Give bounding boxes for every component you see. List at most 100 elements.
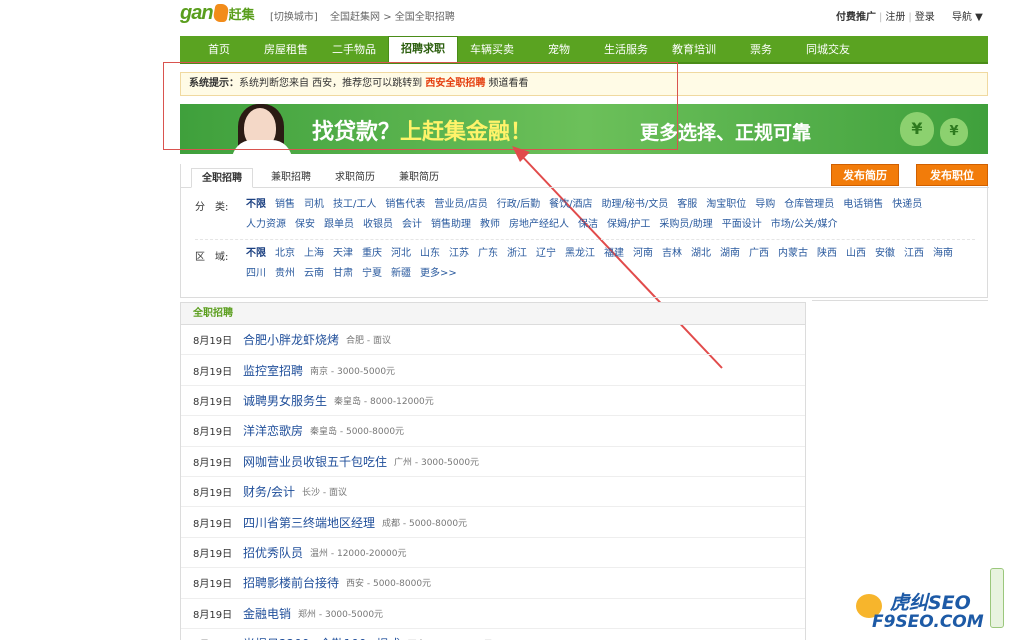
category-link[interactable]: 会计 bbox=[402, 215, 422, 235]
region-link[interactable]: 广东 bbox=[478, 244, 498, 264]
post-job-button[interactable]: 发布职位 bbox=[916, 164, 988, 186]
region-link[interactable]: 山东 bbox=[420, 244, 440, 264]
region-link[interactable]: 宁夏 bbox=[362, 264, 382, 284]
site-logo[interactable]: gan 赶集 bbox=[180, 2, 255, 24]
category-link[interactable]: 不限 bbox=[246, 195, 266, 215]
region-link[interactable]: 陕西 bbox=[817, 244, 837, 264]
job-title-link[interactable]: 合肥小胖龙虾烧烤 bbox=[243, 331, 339, 348]
region-link[interactable]: 山西 bbox=[846, 244, 866, 264]
region-link[interactable]: 内蒙古 bbox=[778, 244, 808, 264]
login-link[interactable]: 登录 bbox=[915, 12, 935, 23]
nav-item[interactable]: 宠物 bbox=[526, 38, 592, 62]
nav-item[interactable]: 教育培训 bbox=[660, 38, 728, 62]
region-link[interactable]: 河南 bbox=[633, 244, 653, 264]
region-link[interactable]: 黑龙江 bbox=[565, 244, 595, 264]
subtab[interactable]: 兼职简历 bbox=[389, 168, 449, 188]
category-link[interactable]: 淘宝职位 bbox=[706, 195, 746, 215]
category-link[interactable]: 跟单员 bbox=[324, 215, 354, 235]
category-link[interactable]: 平面设计 bbox=[722, 215, 762, 235]
category-link[interactable]: 采购员/助理 bbox=[659, 215, 712, 235]
subtab[interactable]: 全职招聘 bbox=[191, 168, 253, 188]
category-link[interactable]: 房地产经纪人 bbox=[509, 215, 569, 235]
job-title-link[interactable]: 招优秀队员 bbox=[243, 544, 303, 561]
category-link[interactable]: 电话销售 bbox=[843, 195, 883, 215]
job-title-link[interactable]: 招聘影楼前台接待 bbox=[243, 574, 339, 591]
region-link[interactable]: 湖南 bbox=[720, 244, 740, 264]
nav-item[interactable]: 二手物品 bbox=[320, 38, 388, 62]
region-link[interactable]: 不限 bbox=[246, 244, 266, 264]
nav-item[interactable]: 首页 bbox=[186, 38, 252, 62]
category-link[interactable]: 保洁 bbox=[578, 215, 598, 235]
post-resume-button[interactable]: 发布简历 bbox=[831, 164, 899, 186]
region-link[interactable]: 甘肃 bbox=[333, 264, 353, 284]
region-link[interactable]: 更多>> bbox=[420, 264, 457, 284]
job-title-link[interactable]: 金融电销 bbox=[243, 605, 291, 622]
category-link[interactable]: 快递员 bbox=[892, 195, 922, 215]
category-link[interactable]: 营业员/店员 bbox=[434, 195, 487, 215]
watermark-line2: F9SEO.COM bbox=[872, 612, 984, 632]
nav-item[interactable]: 房屋租售 bbox=[252, 38, 320, 62]
category-link[interactable]: 餐饮/酒店 bbox=[549, 195, 592, 215]
region-link[interactable]: 浙江 bbox=[507, 244, 527, 264]
category-link[interactable]: 市场/公关/媒介 bbox=[771, 215, 838, 235]
category-link[interactable]: 人力资源 bbox=[246, 215, 286, 235]
category-link[interactable]: 导购 bbox=[755, 195, 775, 215]
job-title-link[interactable]: 财务/会计 bbox=[243, 483, 295, 500]
region-link[interactable]: 四川 bbox=[246, 264, 266, 284]
category-link[interactable]: 技工/工人 bbox=[333, 195, 376, 215]
region-link[interactable]: 北京 bbox=[275, 244, 295, 264]
job-title-link[interactable]: 光棍日2200+全勤100+提成 bbox=[243, 635, 401, 640]
category-link[interactable]: 销售代表 bbox=[385, 195, 425, 215]
nav-item[interactable]: 同城交友 bbox=[794, 38, 862, 62]
nav-item[interactable]: 招聘求职 bbox=[388, 36, 458, 62]
nav-item[interactable]: 车辆买卖 bbox=[458, 38, 526, 62]
subtab[interactable]: 求职简历 bbox=[325, 168, 385, 188]
category-link[interactable]: 仓库管理员 bbox=[784, 195, 834, 215]
register-link[interactable]: 注册 bbox=[885, 12, 905, 23]
region-link[interactable]: 湖北 bbox=[691, 244, 711, 264]
category-link[interactable]: 保姆/护工 bbox=[607, 215, 650, 235]
category-link[interactable]: 行政/后勤 bbox=[497, 195, 540, 215]
job-title-link[interactable]: 诚聘男女服务生 bbox=[243, 392, 327, 409]
paid-promo-link[interactable]: 付费推广 bbox=[836, 12, 876, 23]
region-link[interactable]: 海南 bbox=[933, 244, 953, 264]
nav-item[interactable]: 生活服务 bbox=[592, 38, 660, 62]
subtab[interactable]: 兼职招聘 bbox=[261, 168, 321, 188]
region-link[interactable]: 河北 bbox=[391, 244, 411, 264]
category-link[interactable]: 销售 bbox=[275, 195, 295, 215]
top-bar: gan 赶集 [切换城市] 全国赶集网 > 全国全职招聘 付费推广 | 注册 | 登录 … bbox=[0, 0, 1013, 30]
nav-item[interactable]: 票务 bbox=[728, 38, 794, 62]
region-link[interactable]: 天津 bbox=[333, 244, 353, 264]
region-link[interactable]: 云南 bbox=[304, 264, 324, 284]
region-link[interactable]: 新疆 bbox=[391, 264, 411, 284]
job-title-link[interactable]: 监控室招聘 bbox=[243, 362, 303, 379]
region-link[interactable]: 福建 bbox=[604, 244, 624, 264]
category-link[interactable]: 助理/秘书/文员 bbox=[602, 195, 669, 215]
nav-menu-dropdown[interactable]: 导航 ▼ bbox=[952, 12, 983, 23]
category-link[interactable]: 销售助理 bbox=[431, 215, 471, 235]
job-meta: 南京 - 3000-5000元 bbox=[310, 366, 396, 377]
region-link[interactable]: 贵州 bbox=[275, 264, 295, 284]
category-link[interactable]: 收银员 bbox=[363, 215, 393, 235]
sidebar-divider bbox=[812, 300, 988, 301]
region-link[interactable]: 重庆 bbox=[362, 244, 382, 264]
region-link[interactable]: 江西 bbox=[904, 244, 924, 264]
city-switch-link[interactable]: [切换城市] bbox=[270, 8, 318, 23]
breadcrumb-home[interactable]: 全国赶集网 bbox=[330, 12, 380, 23]
job-title-link[interactable]: 洋洋恋歌房 bbox=[243, 422, 303, 439]
region-link[interactable]: 广西 bbox=[749, 244, 769, 264]
category-link[interactable]: 保安 bbox=[295, 215, 315, 235]
region-link[interactable]: 吉林 bbox=[662, 244, 682, 264]
region-label: 区 域: bbox=[195, 252, 229, 263]
category-link[interactable]: 教师 bbox=[480, 215, 500, 235]
region-link[interactable]: 上海 bbox=[304, 244, 324, 264]
job-row: 8月19日 网咖营业员收银五千包吃住 广州 - 3000-5000元 bbox=[181, 447, 805, 477]
job-row: 8月19日 洋洋恋歌房 秦皇岛 - 5000-8000元 bbox=[181, 416, 805, 447]
region-link[interactable]: 安徽 bbox=[875, 244, 895, 264]
category-link[interactable]: 司机 bbox=[304, 195, 324, 215]
region-link[interactable]: 江苏 bbox=[449, 244, 469, 264]
job-title-link[interactable]: 四川省第三终端地区经理 bbox=[243, 514, 375, 531]
region-link[interactable]: 辽宁 bbox=[536, 244, 556, 264]
category-link[interactable]: 客服 bbox=[677, 195, 697, 215]
job-title-link[interactable]: 网咖营业员收银五千包吃住 bbox=[243, 453, 387, 470]
